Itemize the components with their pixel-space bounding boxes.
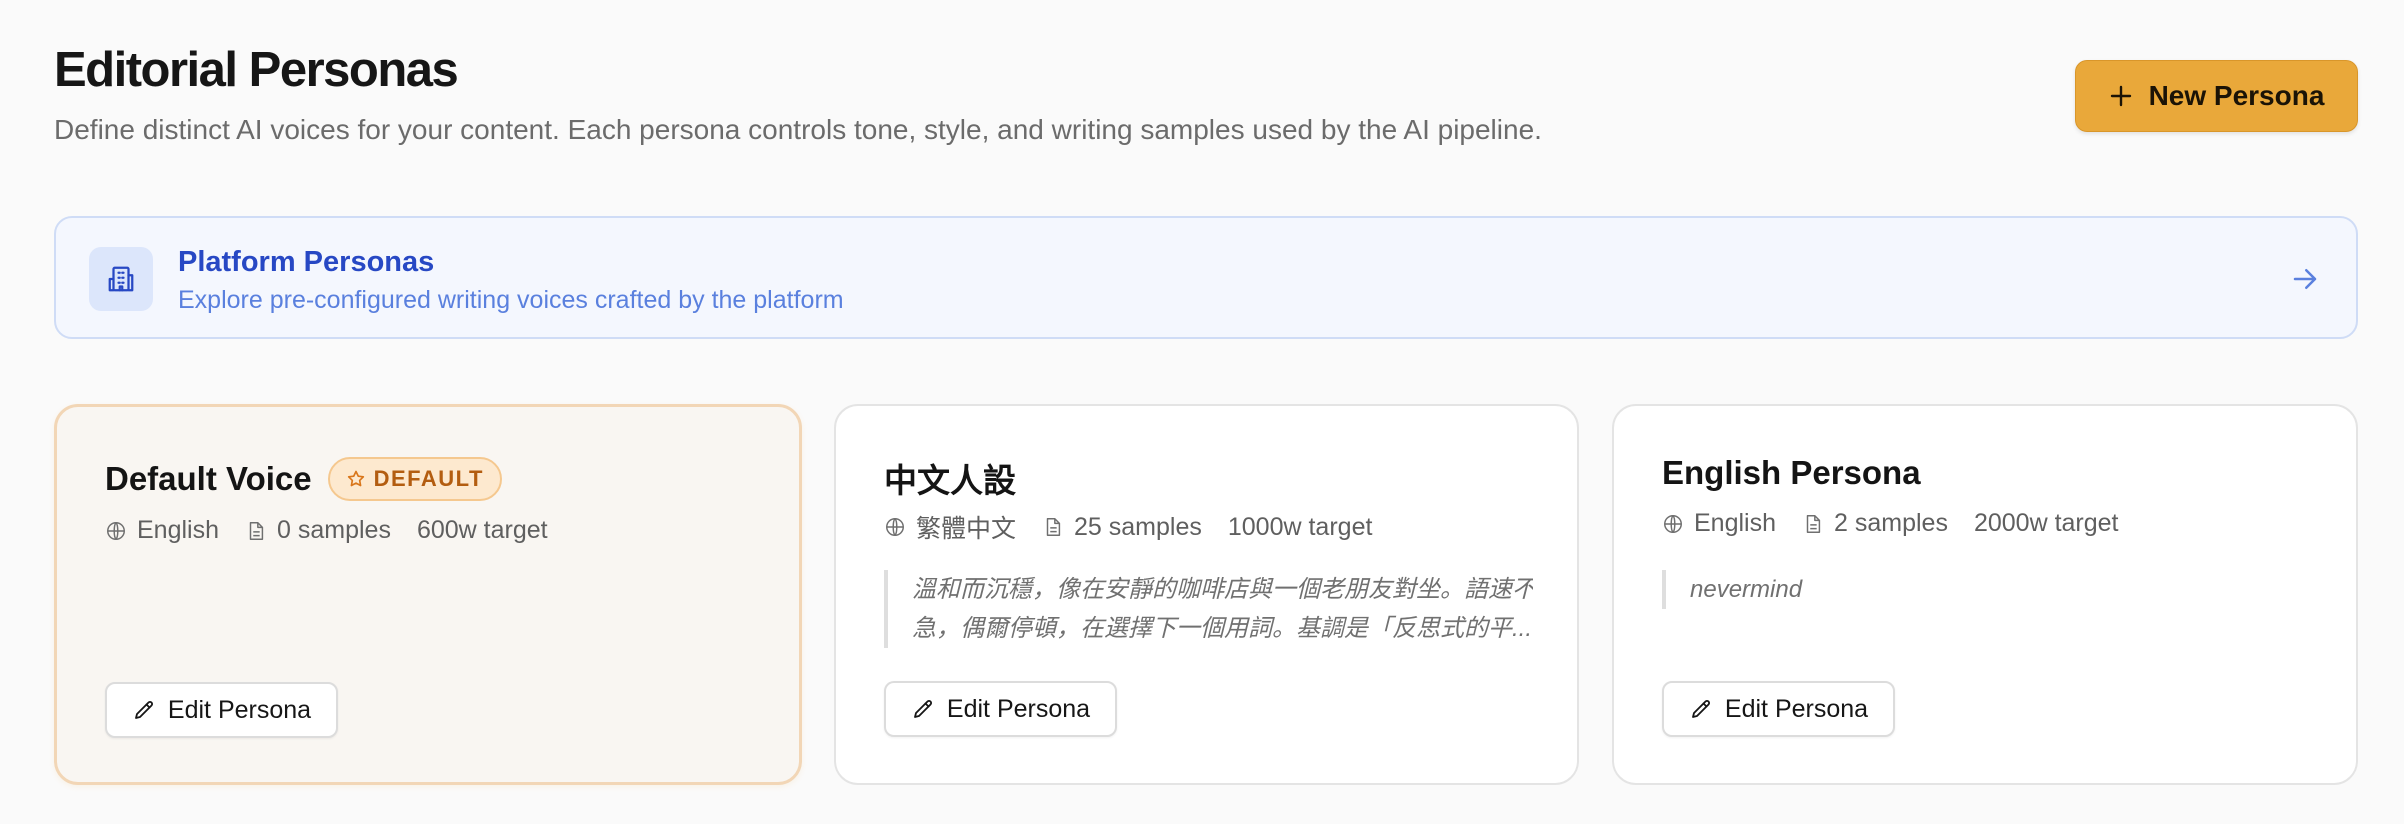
pencil-icon	[1689, 697, 1713, 721]
default-badge: DEFAULT	[327, 457, 502, 501]
language-meta: English	[1662, 509, 1776, 538]
banner-title: Platform Personas	[178, 246, 435, 278]
edit-persona-button[interactable]: Edit Persona	[105, 682, 338, 738]
pencil-icon	[132, 698, 156, 722]
samples-label: 0 samples	[277, 516, 391, 544]
star-icon	[346, 469, 366, 489]
target-label: 2000w target	[1973, 509, 2119, 537]
globe-icon	[105, 520, 127, 542]
persona-meta: English 2 samples 2000w target	[1662, 509, 2119, 538]
edit-persona-label: Edit Persona	[167, 695, 312, 724]
persona-name: 中文人設	[884, 462, 1016, 499]
document-icon	[245, 520, 267, 542]
card-title-row: Default Voice DEFAULT	[105, 457, 502, 501]
plus-icon	[2109, 84, 2133, 108]
target-meta: 1000w target	[1228, 513, 1373, 542]
arrow-right-icon	[2290, 264, 2320, 294]
target-meta: 600w target	[417, 516, 548, 545]
card-title-row: English Persona	[1662, 454, 1921, 492]
page-subtitle: Define distinct AI voices for your conte…	[54, 114, 1542, 145]
description-line: 急，偶爾停頓，在選擇下一個用詞。基調是「反思式的平...	[912, 615, 1533, 642]
document-icon	[1802, 513, 1824, 535]
page-title: Editorial Personas	[54, 43, 459, 97]
target-label: 600w target	[416, 516, 548, 544]
platform-personas-banner[interactable]: Platform Personas Explore pre-configured…	[54, 216, 2358, 339]
banner-icon-container	[89, 247, 153, 311]
card-title-row: 中文人設	[884, 454, 1016, 502]
globe-icon	[884, 516, 906, 538]
samples-meta: 0 samples	[245, 516, 391, 545]
edit-persona-button[interactable]: Edit Persona	[1662, 681, 1895, 737]
language-label: 繁體中文	[916, 515, 1017, 543]
new-persona-button[interactable]: New Persona	[2075, 60, 2358, 132]
persona-name: Default Voice	[105, 460, 312, 497]
target-label: 1000w target	[1227, 512, 1373, 541]
persona-meta: 繁體中文 25 samples 1000w target	[884, 509, 1372, 545]
language-meta: 繁體中文	[884, 509, 1016, 545]
description-line: nevermind	[1690, 576, 1803, 603]
new-persona-label: New Persona	[2148, 80, 2325, 111]
language-meta: English	[105, 516, 219, 545]
default-badge-label: DEFAULT	[373, 466, 484, 491]
persona-description: 溫和而沉穩，像在安靜的咖啡店與一個老朋友對坐。語速不 急，偶爾停頓，在選擇下一個…	[884, 570, 1533, 648]
persona-name: English Persona	[1662, 454, 1921, 491]
persona-meta: English 0 samples 600w target	[105, 516, 548, 545]
banner-description: Explore pre-configured writing voices cr…	[178, 286, 844, 314]
persona-card-chinese: 中文人設 繁體中文 25 samples 1000w target 溫和而沉穩，…	[834, 404, 1579, 785]
description-line: 溫和而沉穩，像在安靜的咖啡店與一個老朋友對坐。語速不	[912, 576, 1533, 603]
language-label: English	[1694, 509, 1776, 537]
target-meta: 2000w target	[1974, 509, 2119, 538]
edit-persona-label: Edit Persona	[1724, 694, 1869, 723]
personas-page: Editorial Personas Define distinct AI vo…	[0, 0, 2404, 824]
samples-meta: 25 samples	[1042, 513, 1202, 542]
samples-label: 25 samples	[1074, 512, 1202, 541]
globe-icon	[1662, 513, 1684, 535]
language-label: English	[137, 516, 219, 544]
edit-persona-button[interactable]: Edit Persona	[884, 681, 1117, 737]
samples-label: 2 samples	[1834, 509, 1948, 537]
edit-persona-label: Edit Persona	[946, 694, 1091, 723]
pencil-icon	[911, 697, 935, 721]
persona-description: nevermind	[1662, 570, 2312, 609]
document-icon	[1042, 516, 1064, 538]
samples-meta: 2 samples	[1802, 509, 1948, 538]
persona-card-default-voice: Default Voice DEFAULT English 0 samples	[54, 404, 802, 785]
building-icon	[106, 264, 136, 294]
persona-card-english: English Persona English 2 samples 2000w …	[1612, 404, 2358, 785]
